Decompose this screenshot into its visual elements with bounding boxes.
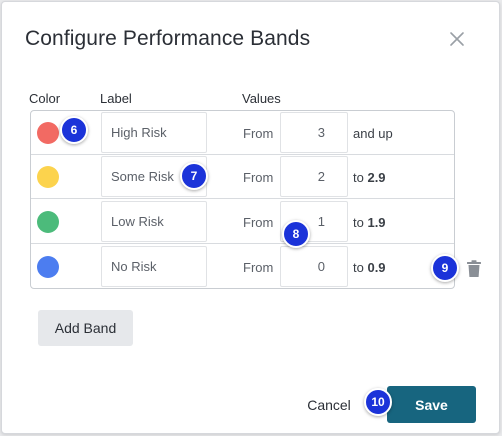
from-label: From <box>243 260 274 275</box>
band-upper-text: to 0.9 <box>353 260 386 275</box>
from-label: From <box>243 170 274 185</box>
band-from-value-input[interactable]: 0 <box>280 246 348 287</box>
save-button[interactable]: Save <box>387 386 476 423</box>
upper-value: 2.9 <box>367 170 386 185</box>
column-header-color: Color <box>29 91 61 106</box>
band-color-swatch[interactable] <box>37 211 59 233</box>
bands-table: High Risk From 3 and up Some Risk From 2… <box>30 110 455 289</box>
add-band-button[interactable]: Add Band <box>38 310 133 346</box>
upper-prefix: and up <box>353 126 393 141</box>
band-label-input[interactable]: Low Risk <box>101 201 207 242</box>
band-row: Low Risk From 1 to 1.9 <box>31 200 454 244</box>
step-badge: 6 <box>60 116 88 144</box>
close-icon[interactable] <box>444 26 470 52</box>
band-color-swatch[interactable] <box>37 256 59 278</box>
upper-prefix: to <box>353 260 364 275</box>
cancel-button[interactable]: Cancel <box>300 390 358 420</box>
band-color-swatch[interactable] <box>37 122 59 144</box>
upper-prefix: to <box>353 215 364 230</box>
upper-value: 1.9 <box>367 215 386 230</box>
from-label: From <box>243 215 274 230</box>
band-from-value-input[interactable]: 3 <box>280 112 348 153</box>
from-label: From <box>243 126 274 141</box>
column-header-label: Label <box>100 91 132 106</box>
step-badge: 9 <box>431 254 459 282</box>
dialog-title: Configure Performance Bands <box>25 27 311 50</box>
band-from-value-input[interactable]: 2 <box>280 156 348 197</box>
upper-prefix: to <box>353 170 364 185</box>
band-color-swatch[interactable] <box>37 166 59 188</box>
band-upper-text: to 1.9 <box>353 215 386 230</box>
step-badge: 8 <box>282 220 310 248</box>
trash-icon[interactable] <box>462 257 486 281</box>
column-header-values: Values <box>242 91 281 106</box>
band-row: No Risk From 0 to 0.9 <box>31 245 454 289</box>
band-row: High Risk From 3 and up <box>31 111 454 155</box>
band-upper-text: to 2.9 <box>353 170 386 185</box>
band-upper-text: and up <box>353 126 393 141</box>
step-badge: 7 <box>180 162 208 190</box>
band-row: Some Risk From 2 to 2.9 <box>31 155 454 199</box>
step-badge: 10 <box>364 388 392 416</box>
configure-bands-dialog: Configure Performance Bands Color Label … <box>1 1 500 434</box>
band-label-input[interactable]: High Risk <box>101 112 207 153</box>
band-label-input[interactable]: No Risk <box>101 246 207 287</box>
upper-value: 0.9 <box>367 260 386 275</box>
